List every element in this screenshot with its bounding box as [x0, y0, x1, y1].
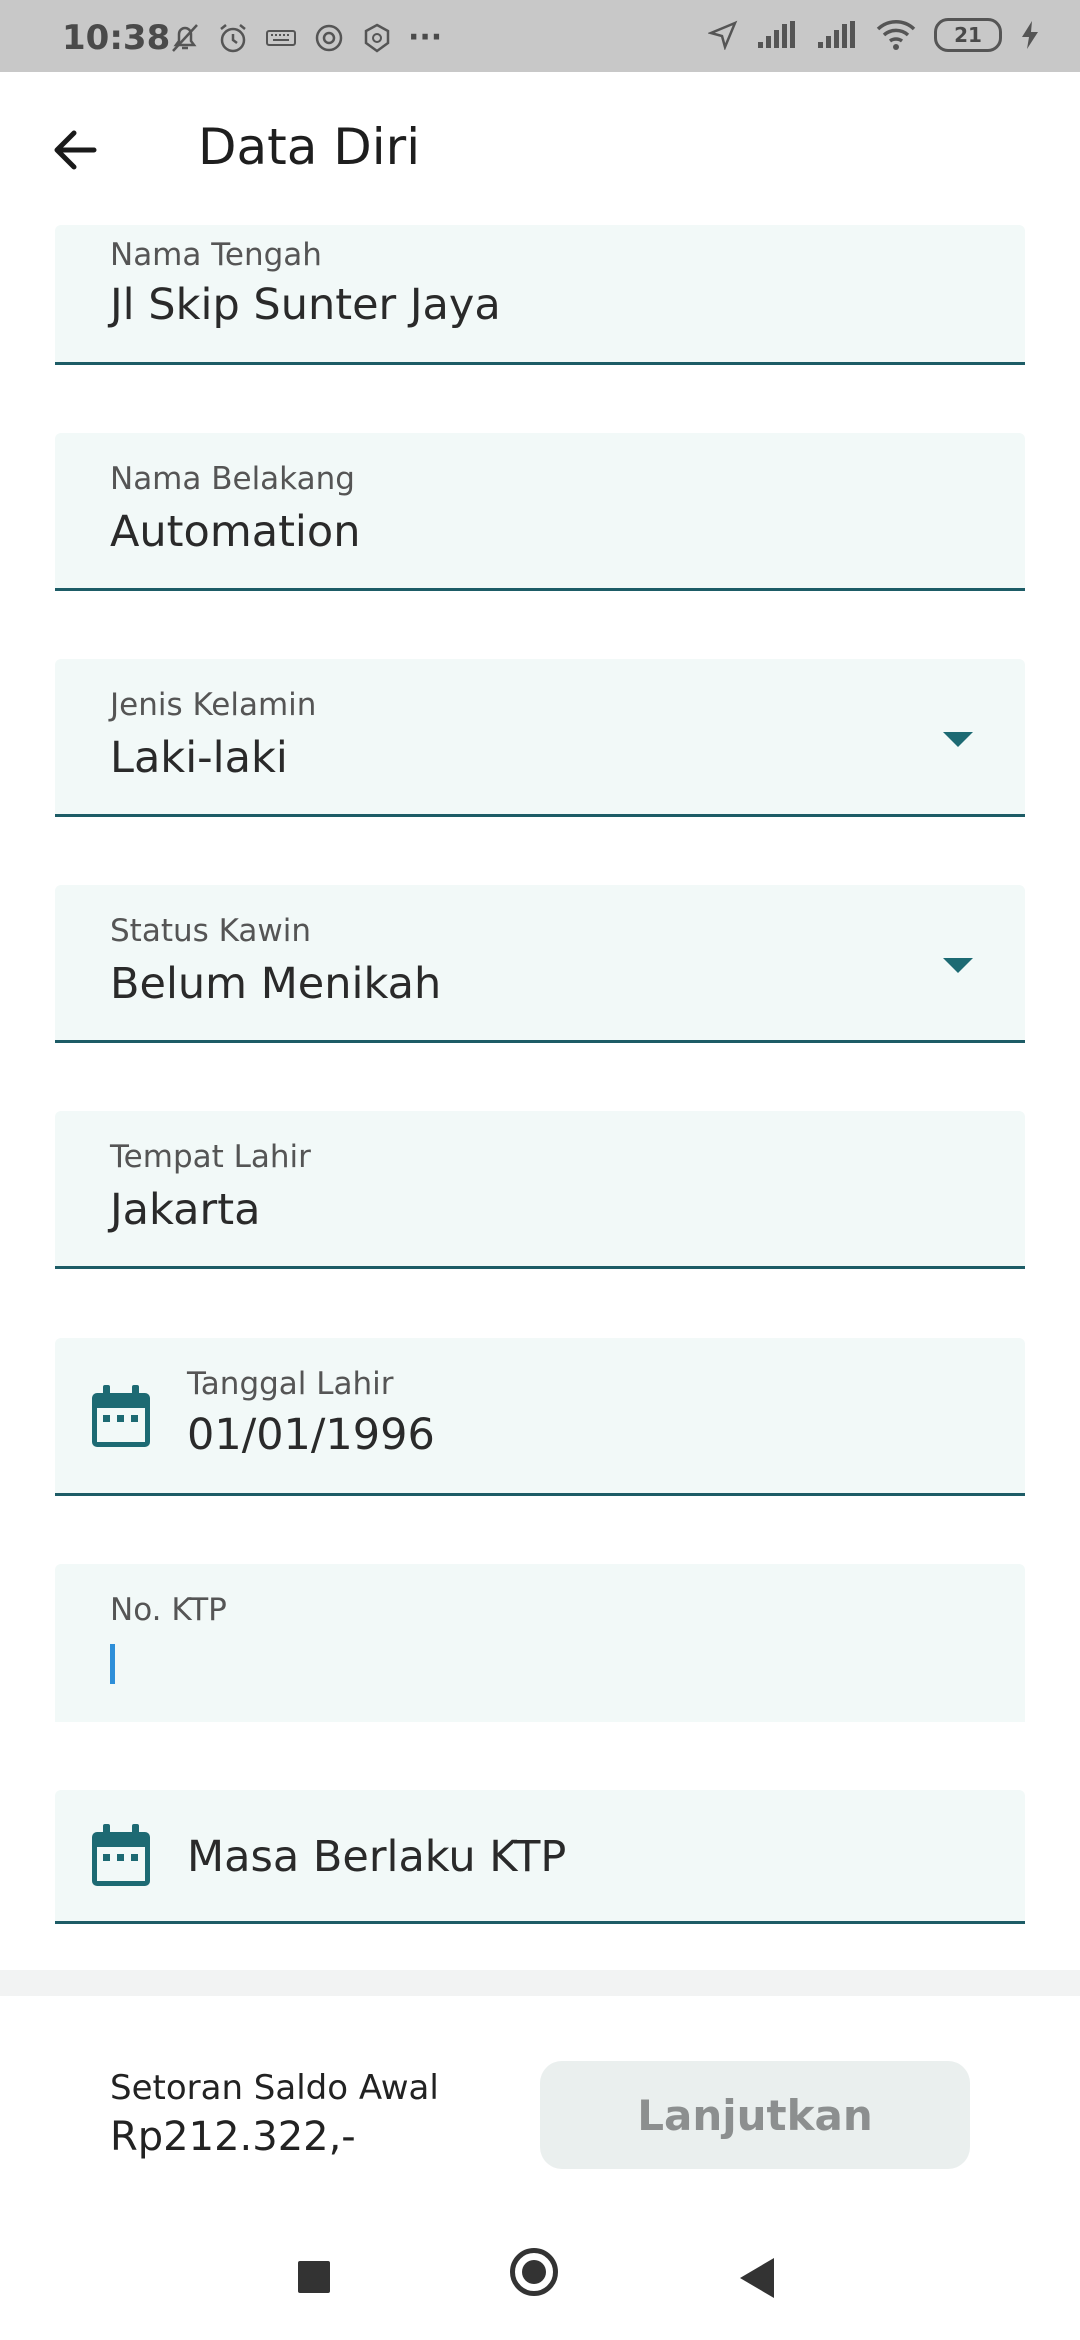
muted-bell-icon — [172, 23, 198, 52]
status-time: 10:38 — [62, 18, 171, 58]
marital-status-dropdown[interactable]: Status Kawin Belum Menikah — [55, 885, 1025, 1043]
text-cursor — [110, 1644, 115, 1684]
more-notifications-icon: ··· — [408, 20, 443, 55]
birthdate-label: Tanggal Lahir — [187, 1366, 394, 1402]
section-divider — [0, 1970, 1080, 1996]
deposit-label: Setoran Saldo Awal — [110, 2068, 439, 2108]
marital-status-value: Belum Menikah — [110, 959, 442, 1009]
middle-name-field[interactable]: Nama Tengah Jl Skip Sunter Jaya — [55, 225, 1025, 365]
signal-icon — [758, 21, 795, 48]
wifi-icon — [876, 20, 916, 50]
calendar-icon[interactable] — [88, 1383, 154, 1451]
settings-chip-icon — [315, 24, 343, 51]
last-name-label: Nama Belakang — [110, 461, 355, 497]
back-arrow-icon[interactable] — [42, 114, 114, 186]
shield-app-icon — [364, 23, 390, 53]
last-name-field[interactable]: Nama Belakang Automation — [55, 433, 1025, 591]
system-nav-bar — [0, 2196, 1080, 2340]
ktp-expiry-placeholder: Masa Berlaku KTP — [187, 1832, 567, 1882]
dropdown-arrow-icon — [943, 732, 973, 747]
middle-name-label: Nama Tengah — [110, 237, 322, 273]
birthdate-value: 01/01/1996 — [187, 1410, 435, 1460]
charging-icon — [1022, 21, 1038, 49]
alarm-icon — [220, 23, 246, 52]
bottom-panel: Setoran Saldo Awal Rp212.322,- Lanjutkan — [0, 1996, 1080, 2196]
battery-indicator: 21 — [934, 18, 1002, 52]
birthplace-field[interactable]: Tempat Lahir Jakarta — [55, 1111, 1025, 1269]
birthplace-label: Tempat Lahir — [110, 1139, 311, 1175]
calendar-icon[interactable] — [88, 1822, 154, 1890]
ktp-number-input[interactable]: No. KTP — [55, 1564, 1025, 1722]
ktp-number-label: No. KTP — [110, 1592, 227, 1628]
ktp-expiry-field[interactable]: Masa Berlaku KTP — [55, 1790, 1025, 1924]
location-icon — [708, 20, 738, 50]
middle-name-value: Jl Skip Sunter Jaya — [110, 280, 501, 330]
dropdown-arrow-icon — [943, 958, 973, 973]
app-bar: Data Diri — [0, 72, 1080, 224]
continue-button[interactable]: Lanjutkan — [540, 2061, 970, 2169]
gender-label: Jenis Kelamin — [110, 687, 317, 723]
home-circle-icon[interactable] — [510, 2248, 558, 2296]
signal-icon-2 — [818, 21, 855, 48]
birthplace-value: Jakarta — [110, 1185, 261, 1235]
status-bar: 10:38 ··· 21 — [0, 0, 1080, 72]
keyboard-icon — [266, 29, 296, 46]
birthdate-field[interactable]: Tanggal Lahir 01/01/1996 — [55, 1338, 1025, 1496]
gender-dropdown[interactable]: Jenis Kelamin Laki-laki — [55, 659, 1025, 817]
gender-value: Laki-laki — [110, 733, 288, 783]
status-icons-left: ··· — [168, 20, 442, 55]
last-name-value: Automation — [110, 507, 361, 557]
marital-status-label: Status Kawin — [110, 913, 312, 949]
back-triangle-icon[interactable] — [740, 2258, 774, 2298]
deposit-amount: Rp212.322,- — [110, 2114, 356, 2160]
page-title: Data Diri — [198, 118, 421, 176]
status-icons-right: 21 — [708, 18, 1040, 52]
recents-square-icon[interactable] — [298, 2261, 330, 2293]
